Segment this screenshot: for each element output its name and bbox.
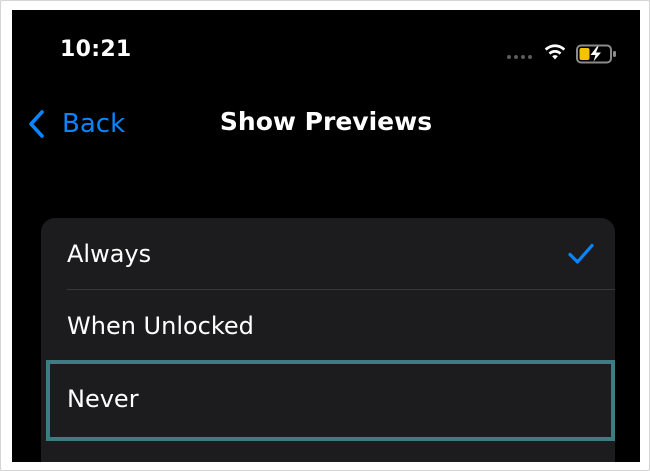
page-title: Show Previews bbox=[219, 107, 433, 136]
option-label: Always bbox=[67, 240, 152, 268]
phone-screen: 10:21 Back Show Previews Always When Unl… bbox=[12, 10, 640, 462]
status-time: 10:21 bbox=[60, 37, 132, 62]
option-when-unlocked[interactable]: When Unlocked bbox=[41, 290, 615, 362]
preview-options-list: Always When Unlocked Never bbox=[41, 218, 615, 462]
option-always[interactable]: Always bbox=[41, 218, 615, 290]
screenshot-frame: 10:21 Back Show Previews Always When Unl… bbox=[0, 0, 650, 471]
wifi-icon bbox=[544, 44, 566, 60]
battery-charging-icon bbox=[576, 44, 616, 64]
checkmark-icon bbox=[568, 243, 594, 264]
option-never[interactable]: Never bbox=[41, 362, 615, 442]
option-label: Never bbox=[67, 384, 139, 413]
cellular-signal-icon bbox=[507, 55, 537, 61]
option-label: When Unlocked bbox=[67, 312, 254, 340]
